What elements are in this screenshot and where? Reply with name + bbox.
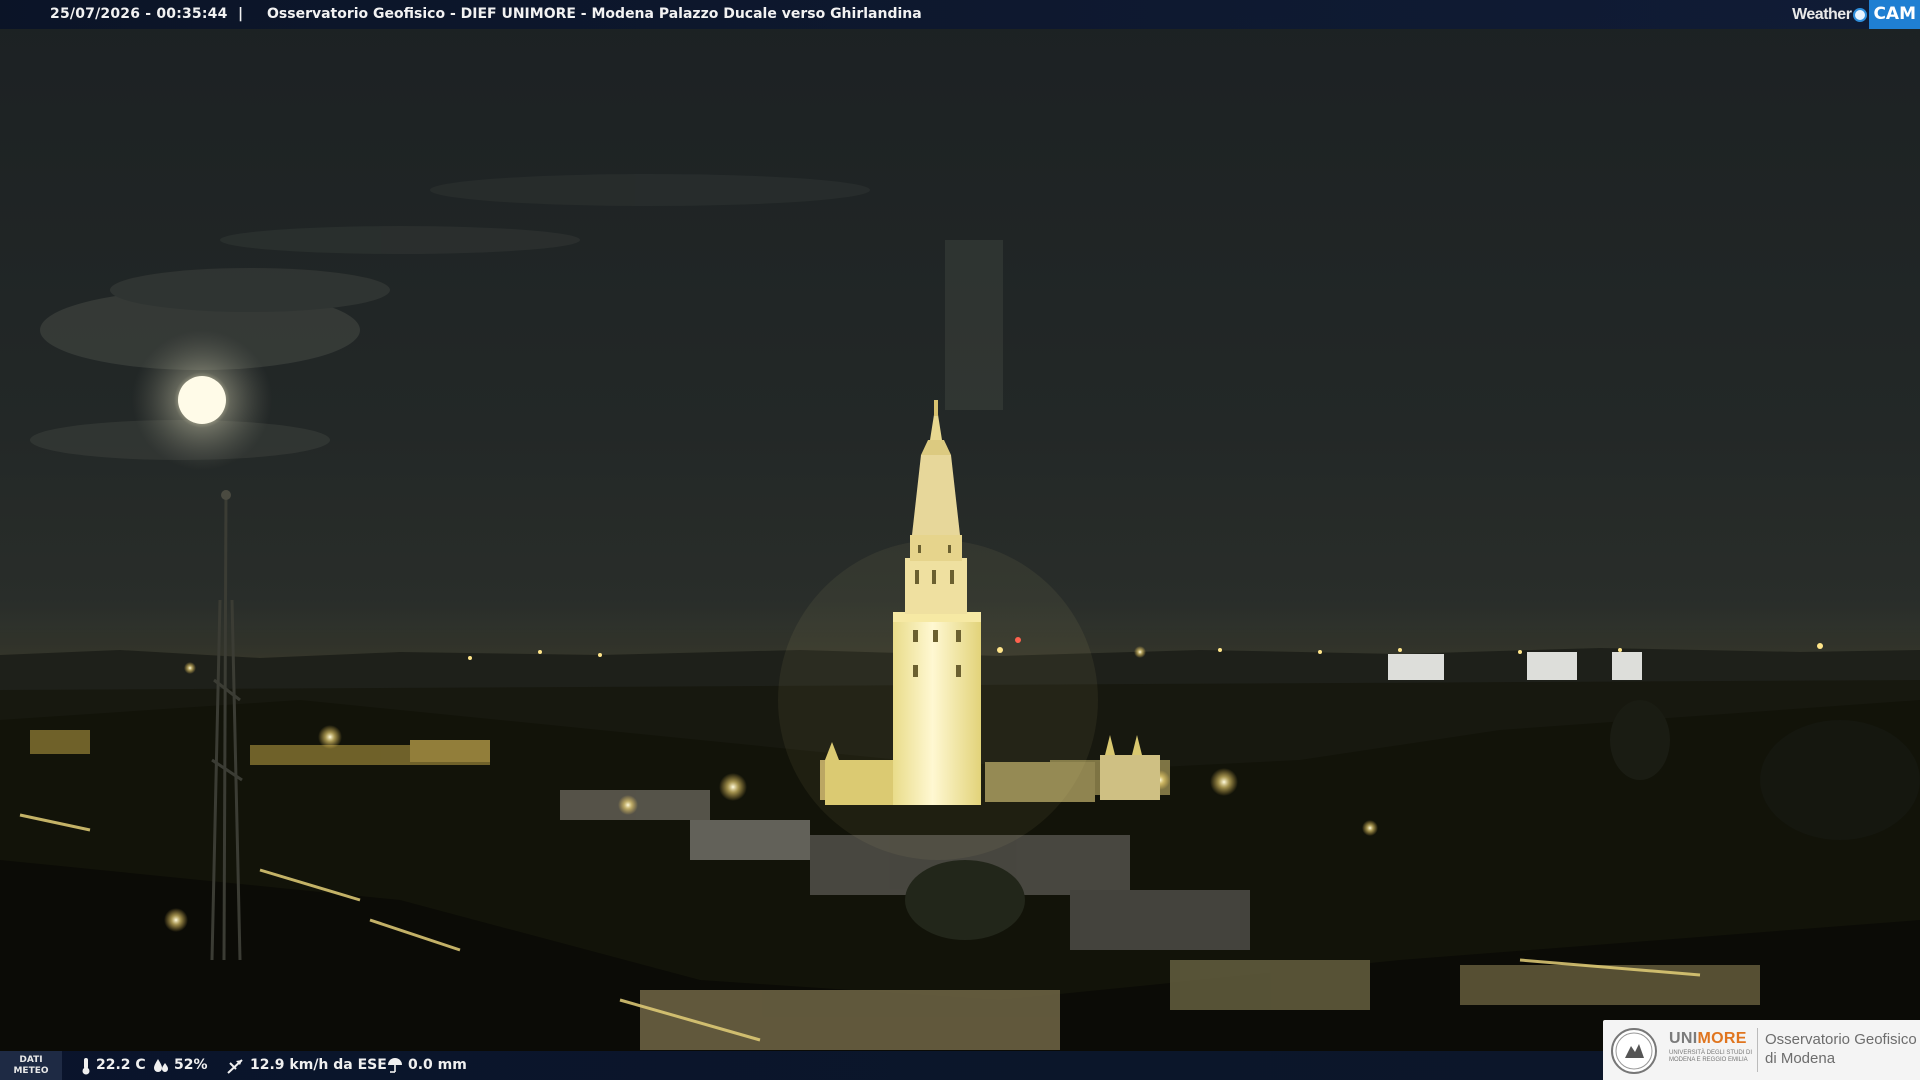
observatory-name: Osservatorio Geofisico di Modena — [1765, 1030, 1917, 1068]
humidity-readout: 52% — [152, 1051, 208, 1080]
wind-vane-icon — [227, 1058, 243, 1074]
rain-gauge-icon — [388, 1057, 402, 1073]
unimore-logo-card: UNIMORE UNIVERSITÀ DEGLI STUDI DI MODENA… — [1603, 1020, 1920, 1080]
webcam-info-bar: 25/07/2026 - 00:35:44 | Osservatorio Geo… — [0, 0, 1920, 29]
webcam-frame: 25/07/2026 - 00:35:44 | Osservatorio Geo… — [0, 0, 1920, 1080]
university-seal-icon — [1611, 1028, 1657, 1074]
unimore-wordmark-grey: UNI — [1669, 1030, 1698, 1047]
weathercam-logo-right: CAM — [1869, 0, 1920, 29]
dati-meteo-line2: METEO — [13, 1066, 49, 1076]
moon — [132, 330, 272, 470]
night-city-scene — [0, 174, 1920, 1080]
timestamp: 25/07/2026 - 00:35:44 — [50, 6, 228, 22]
temperature-value: 22.2 C — [96, 1057, 146, 1073]
observatory-name-line1: Osservatorio Geofisico — [1765, 1031, 1917, 1048]
unimore-wordmark: UNIMORE — [1669, 1030, 1747, 1048]
thermometer-icon — [82, 1057, 90, 1074]
weather-data-bar: DATI METEO 22.2 C 52% 12.9 km/h da ESE 0… — [0, 1051, 1605, 1080]
rain-readout: 0.0 mm — [386, 1051, 467, 1080]
humidity-drops-icon — [154, 1058, 168, 1072]
ghirlandina-tower — [778, 400, 1098, 860]
dati-meteo-line1: DATI — [19, 1055, 43, 1065]
logo-divider — [1757, 1028, 1758, 1072]
humidity-value: 52% — [174, 1057, 208, 1073]
title-separator: | — [238, 6, 244, 22]
wind-value: 12.9 km/h da ESE — [250, 1057, 387, 1073]
dati-meteo-label: DATI METEO — [0, 1051, 62, 1080]
temperature-readout: 22.2 C — [80, 1051, 146, 1080]
unimore-subtitle: UNIVERSITÀ DEGLI STUDI DI MODENA E REGGI… — [1669, 1050, 1753, 1063]
weathercam-logo: Weather CAM — [1792, 0, 1920, 29]
camera-title: Osservatorio Geofisico - DIEF UNIMORE - … — [267, 6, 922, 22]
weathercam-logo-left: Weather — [1792, 6, 1852, 23]
rain-value: 0.0 mm — [408, 1057, 467, 1073]
wind-readout: 12.9 km/h da ESE — [226, 1051, 387, 1080]
weathercam-dot-icon — [1853, 7, 1868, 22]
unimore-wordmark-orange: MORE — [1697, 1030, 1747, 1047]
observatory-name-line2: di Modena — [1765, 1050, 1836, 1067]
